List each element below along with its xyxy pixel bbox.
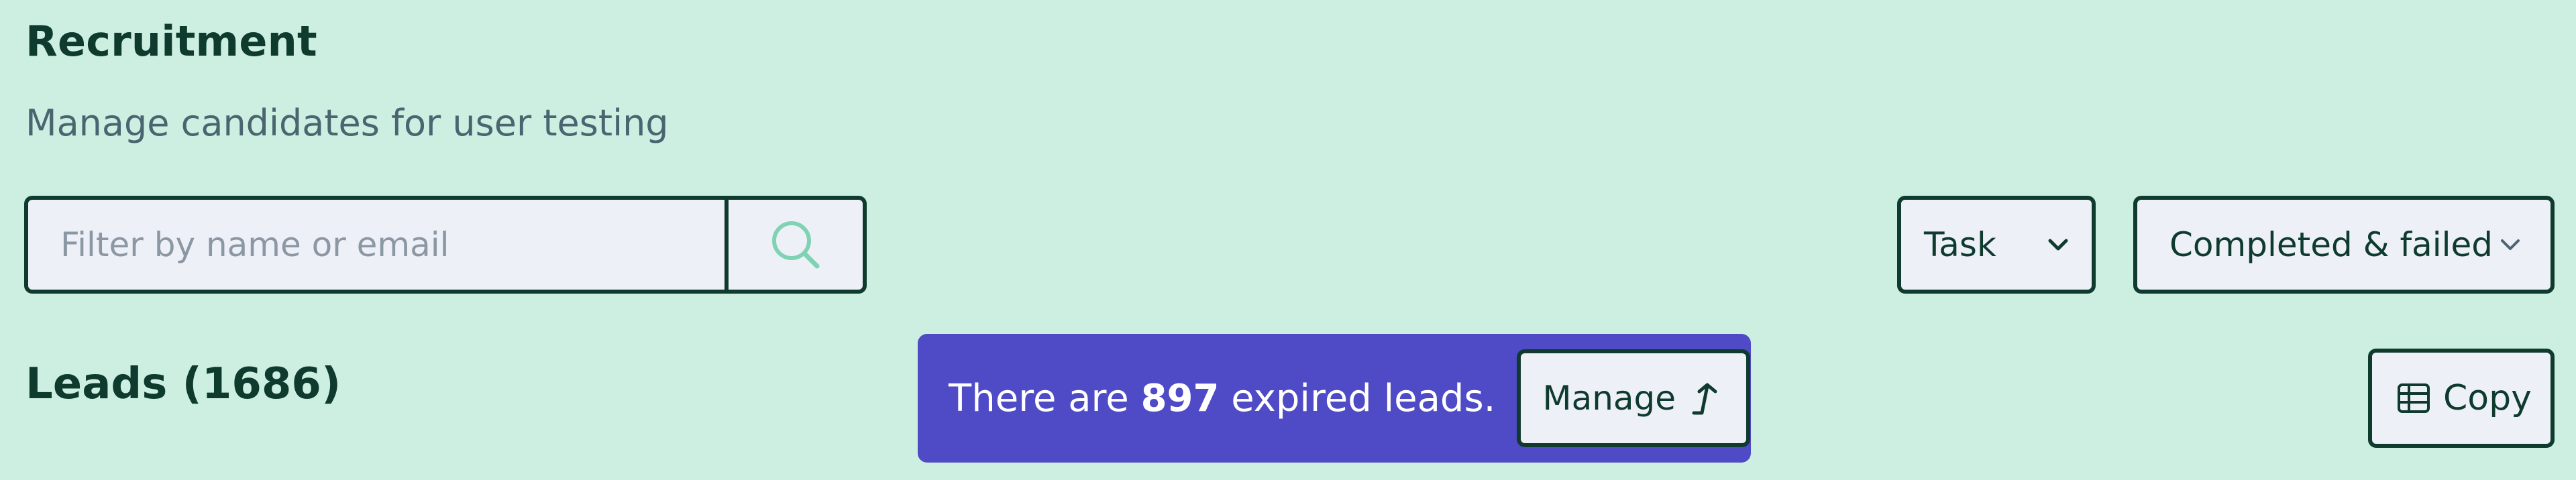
search-bar [24,196,867,294]
chevron-down-icon [2497,231,2524,258]
copy-label: Copy [2443,378,2532,418]
expired-count: 897 [1140,376,1220,420]
copy-button[interactable]: Copy [2368,349,2555,448]
task-filter-select[interactable]: Task [1897,196,2096,294]
status-filter-select[interactable]: Completed & failed [2133,196,2555,294]
search-icon [767,217,824,273]
search-button[interactable] [724,200,863,290]
table-icon [2396,381,2431,416]
task-filter-label: Task [1924,225,1996,264]
page-title: Recruitment [25,17,317,66]
manage-label: Manage [1542,379,1676,418]
banner-message: There are 897 expired leads. [949,377,1495,420]
banner-suffix: expired leads. [1219,376,1496,420]
status-filter-label: Completed & failed [2169,225,2493,264]
page-subtitle: Manage candidates for user testing [25,102,669,144]
manage-button[interactable]: Manage [1517,349,1751,447]
expired-leads-banner: There are 897 expired leads. Manage [918,334,1751,463]
arrow-turn-up-icon [1688,378,1723,418]
leads-heading: Leads (1686) [25,359,341,409]
banner-prefix: There are [949,376,1141,420]
chevron-down-icon [2045,231,2072,258]
search-input[interactable] [28,200,724,290]
